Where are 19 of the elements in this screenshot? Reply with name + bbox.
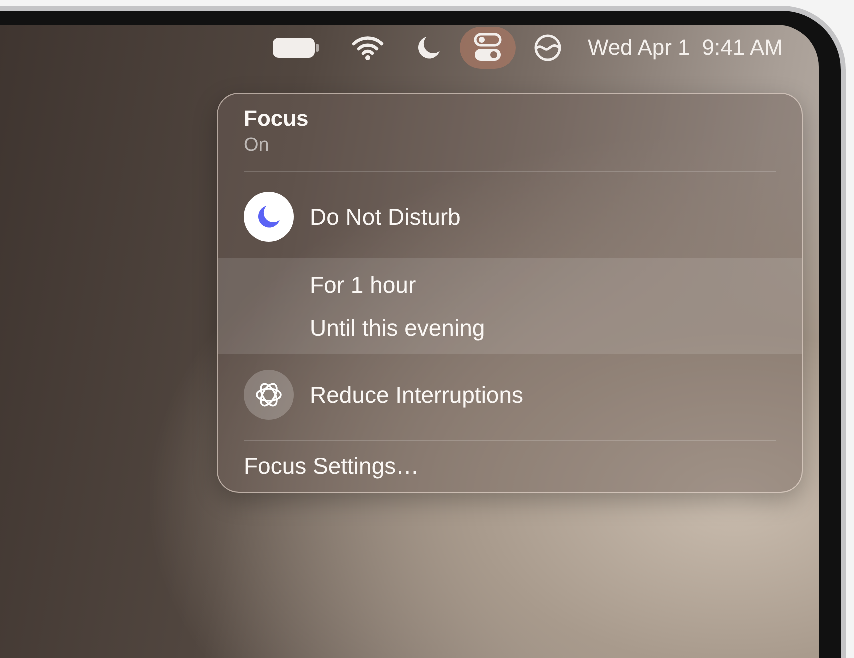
moon-icon [416,35,442,61]
menu-bar-time[interactable]: 9:41 AM [702,35,783,61]
duration-option[interactable]: Until this evening [310,315,486,342]
battery-icon [272,36,320,60]
focus-mode-label[interactable]: Reduce Interruptions [310,382,524,408]
toggles-icon [474,33,502,63]
duration-option[interactable]: For 1 hour [310,272,416,299]
focus-settings-link[interactable]: Focus Settings… [218,451,446,482]
menu-bar-item[interactable] [460,27,516,69]
focus-mode-toggle[interactable] [244,192,294,242]
focus-status: On [243,134,270,157]
menu-bar-date[interactable]: Wed Apr 1 [588,35,690,61]
wave-circle-icon [534,34,562,62]
moon-icon [256,204,282,230]
atom-icon [255,381,283,409]
focus-mode-toggle[interactable] [244,370,294,420]
panel-title: Focus [243,106,310,132]
focus-mode-label[interactable]: Do Not Disturb [310,204,461,230]
wifi-icon [352,35,384,61]
